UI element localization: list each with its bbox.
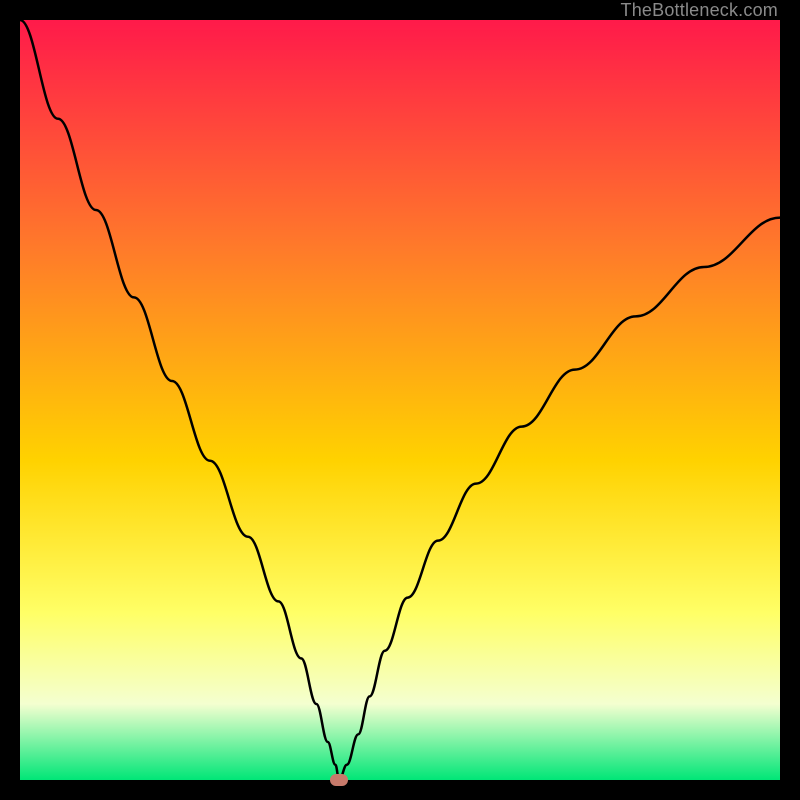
plot-svg [20, 20, 780, 780]
minimum-marker [330, 774, 348, 786]
chart-frame [20, 20, 780, 780]
watermark-text: TheBottleneck.com [621, 0, 778, 21]
gradient-background [20, 20, 780, 780]
